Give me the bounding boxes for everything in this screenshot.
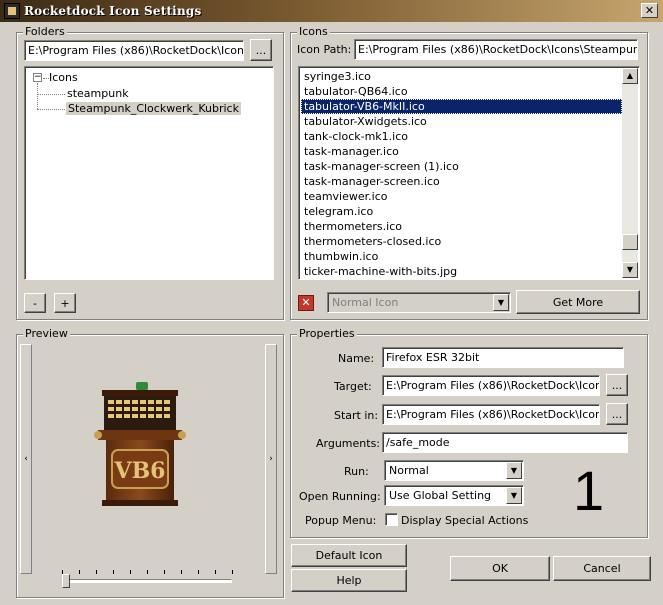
icon-list-scrollbar[interactable]: ▲ ▼ (622, 68, 638, 278)
tree-collapse-icon[interactable]: − (33, 73, 42, 82)
icon-list-item[interactable]: task-manager-screen (1).ico (301, 159, 622, 174)
icon-list-item[interactable]: thermometers-closed.ico (301, 234, 622, 249)
tree-node-steampunk[interactable]: steampunk (67, 87, 129, 100)
icon-file-list[interactable]: syringe3.ico tabulator-QB64.ico tabulator-… (298, 66, 640, 280)
scroll-down-icon[interactable]: ▼ (622, 262, 638, 278)
properties-legend: Properties (297, 327, 357, 340)
delete-icon[interactable]: ✕ (298, 295, 314, 311)
title-bar: Rocketdock Icon Settings ✕ (0, 0, 663, 22)
dock-number: 1 (573, 459, 605, 522)
folder-path-field[interactable]: E:\Program Files (x86)\RocketDock\Icons\… (24, 40, 244, 61)
window-title: Rocketdock Icon Settings (24, 4, 202, 18)
preview-legend: Preview (23, 327, 70, 340)
open-running-select[interactable]: Use Global Setting ▼ (384, 485, 524, 506)
ok-button[interactable]: OK (450, 556, 550, 581)
close-button[interactable]: ✕ (641, 3, 658, 18)
get-more-button[interactable]: Get More (516, 290, 640, 314)
icon-path-label: Icon Path: (297, 43, 352, 56)
folders-legend: Folders (23, 25, 67, 38)
icon-type-value: Normal Icon (332, 296, 399, 309)
display-special-actions-label[interactable]: Display Special Actions (401, 514, 528, 527)
start-in-field[interactable]: E:\Program Files (x86)\RocketDock\Icons\… (382, 404, 600, 425)
arguments-label: Arguments: (316, 437, 381, 450)
icon-list-item[interactable]: tabulator-QB64.ico (301, 84, 622, 99)
tree-node-steampunk-clockwerk-kubrick[interactable]: Steampunk_Clockwerk_Kubrick (66, 102, 241, 115)
icons-legend: Icons (297, 25, 330, 38)
add-folder-button[interactable]: + (54, 293, 76, 313)
icon-list-item[interactable]: tabulator-Xwidgets.ico (301, 114, 622, 129)
popup-menu-label: Popup Menu: (305, 514, 377, 527)
icon-list-item[interactable]: ticker-machine-with-bits.jpg (301, 264, 622, 279)
app-icon (4, 3, 20, 19)
icon-list-item[interactable]: thumbwin.ico (301, 249, 622, 264)
icon-list-item[interactable]: tabulator-VB6-MkII.ico (301, 99, 622, 114)
preview-size-slider-thumb[interactable] (62, 574, 70, 588)
remove-folder-button[interactable]: - (24, 293, 46, 313)
display-special-actions-checkbox[interactable] (385, 513, 398, 526)
chevron-down-icon[interactable]: ▼ (506, 487, 522, 504)
icon-list-item[interactable]: thermometers.ico (301, 219, 622, 234)
chevron-down-icon: ▼ (493, 294, 509, 311)
icon-list-item[interactable]: teamviewer.ico (301, 189, 622, 204)
tabulator-preview-image: VB6 (94, 382, 186, 506)
name-field[interactable]: Firefox ESR 32bit (382, 347, 624, 368)
folder-tree[interactable]: − Icons steampunk Steampunk_Clockwerk_Ku… (24, 66, 274, 280)
scroll-up-icon[interactable]: ▲ (622, 68, 638, 84)
icon-list-item[interactable]: task-manager.ico (301, 144, 622, 159)
folder-browse-button[interactable]: ... (250, 39, 272, 61)
run-value: Normal (389, 464, 429, 477)
icon-path-field[interactable]: E:\Program Files (x86)\RocketDock\Icons\… (354, 39, 638, 60)
icon-list-item[interactable]: telegram.ico (301, 204, 622, 219)
icon-list-item[interactable]: tank-clock-mk1.ico (301, 129, 622, 144)
open-running-value: Use Global Setting (389, 489, 492, 502)
icon-list-item[interactable]: task-manager-screen.ico (301, 174, 622, 189)
preview-prev-icon[interactable]: ‹ (20, 344, 32, 574)
target-browse-button[interactable]: ... (606, 374, 628, 396)
arguments-field[interactable]: /safe_mode (382, 432, 628, 453)
vb6-badge-text: VB6 (114, 458, 166, 484)
start-in-label: Start in: (334, 409, 379, 422)
run-label: Run: (344, 465, 369, 478)
target-field[interactable]: E:\Program Files (x86)\RocketDock\Icons\ (382, 375, 600, 396)
icon-list-item[interactable]: syringe3.ico (301, 69, 622, 84)
start-in-browse-button[interactable]: ... (606, 403, 628, 425)
run-select[interactable]: Normal ▼ (384, 460, 524, 481)
chevron-down-icon[interactable]: ▼ (506, 462, 522, 479)
open-running-label: Open Running: (299, 490, 381, 503)
icon-type-select: Normal Icon ▼ (327, 292, 511, 313)
cancel-button[interactable]: Cancel (553, 556, 651, 581)
scrollbar-thumb[interactable] (622, 234, 638, 250)
default-icon-button[interactable]: Default Icon (291, 544, 407, 567)
preview-next-icon[interactable]: › (265, 344, 277, 574)
target-label: Target: (334, 380, 372, 393)
help-button[interactable]: Help (291, 569, 407, 592)
tree-node-icons[interactable]: Icons (49, 71, 78, 84)
preview-size-slider-track[interactable] (62, 579, 232, 583)
name-label: Name: (338, 352, 375, 365)
